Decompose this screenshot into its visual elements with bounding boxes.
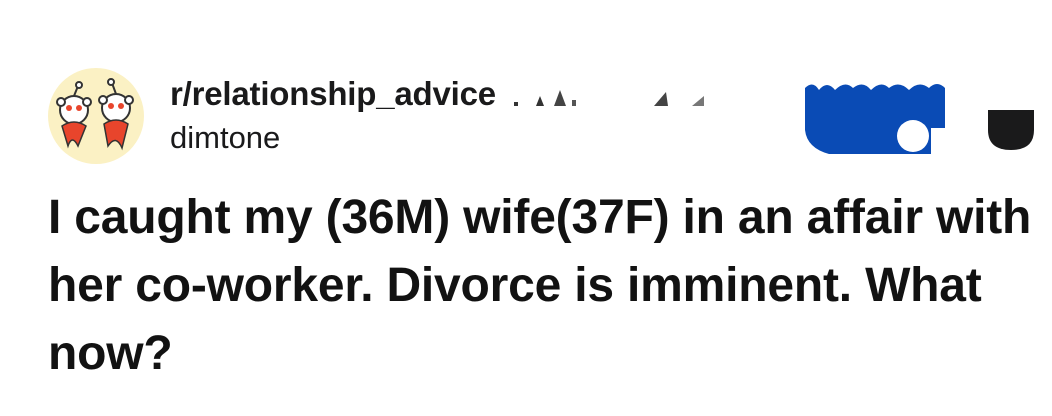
award-icon[interactable] (805, 78, 945, 154)
subreddit-avatar-icon[interactable] (48, 68, 144, 164)
snoo-left-icon (56, 81, 92, 149)
username[interactable]: dimtone (170, 118, 496, 158)
snoo-right-icon (98, 78, 134, 151)
subreddit-name[interactable]: r/relationship_advice (170, 74, 496, 114)
redaction-artifact-icon (514, 90, 704, 106)
shield-badge-icon[interactable] (988, 104, 1034, 150)
post-title[interactable]: I caught my (36M) wife(37F) in an affair… (48, 184, 1038, 388)
post-header: r/relationship_advice dimtone (48, 68, 1048, 168)
post-meta: r/relationship_advice dimtone (170, 74, 496, 158)
